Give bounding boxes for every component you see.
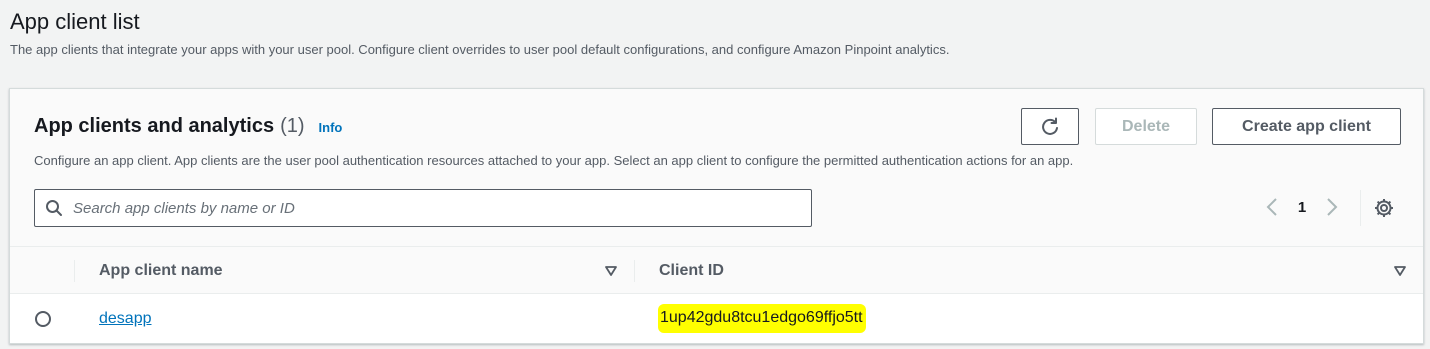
row-select-radio[interactable] <box>35 311 51 327</box>
app-clients-panel: App clients and analytics (1) Info Confi… <box>9 88 1424 344</box>
chevron-right-icon <box>1327 198 1338 216</box>
panel-title: App clients and analytics <box>34 115 275 137</box>
pagination: 1 <box>1260 197 1344 217</box>
panel-description: Configure an app client. App clients are… <box>34 153 1074 168</box>
search-field[interactable] <box>34 189 812 227</box>
gear-icon <box>1375 199 1393 217</box>
search-input[interactable] <box>73 199 793 217</box>
preferences-button[interactable] <box>1373 197 1395 224</box>
column-header-client-id[interactable]: Client ID <box>659 262 724 280</box>
column-divider <box>634 260 635 282</box>
refresh-button[interactable] <box>1021 108 1079 145</box>
sort-down-icon[interactable] <box>605 265 617 277</box>
panel-title-group: App clients and analytics (1) Info <box>34 115 342 138</box>
app-client-name-link[interactable]: desapp <box>99 310 152 328</box>
panel-header: App clients and analytics (1) Info Confi… <box>10 89 1423 247</box>
refresh-icon <box>1042 117 1058 135</box>
page-description: The app clients that integrate your apps… <box>10 42 950 57</box>
client-id-value: 1up42gdu8tcu1edgo69ffjo5tt <box>658 304 866 333</box>
panel-count: (1) <box>280 115 305 137</box>
pagination-divider <box>1360 190 1361 226</box>
chevron-left-icon <box>1266 198 1277 216</box>
page-title: App client list <box>10 9 140 34</box>
column-divider <box>74 260 75 282</box>
create-app-client-button[interactable]: Create app client <box>1212 108 1401 145</box>
search-icon <box>35 199 73 217</box>
column-header-app-client-name[interactable]: App client name <box>99 262 223 280</box>
table-row: desapp 1up42gdu8tcu1edgo69ffjo5tt <box>10 295 1423 343</box>
delete-button[interactable]: Delete <box>1095 108 1197 145</box>
table-header: App client name Client ID <box>10 247 1423 294</box>
next-page-button[interactable] <box>1320 197 1344 217</box>
info-link[interactable]: Info <box>319 120 343 135</box>
page-number[interactable]: 1 <box>1284 199 1320 216</box>
sort-down-icon[interactable] <box>1394 265 1406 277</box>
previous-page-button[interactable] <box>1260 197 1284 217</box>
